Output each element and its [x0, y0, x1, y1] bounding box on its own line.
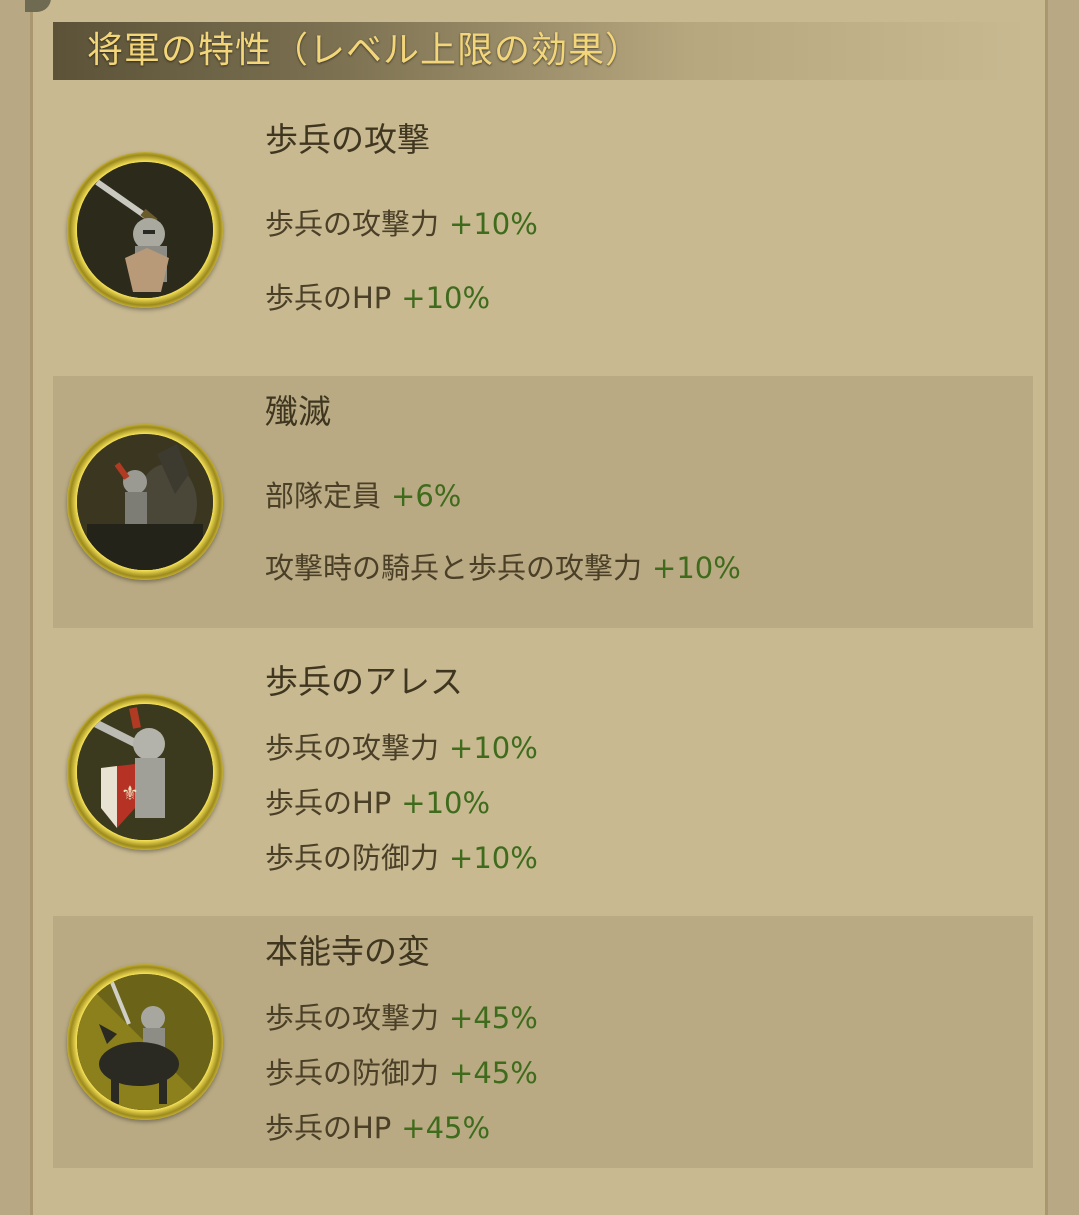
trait-effect: 歩兵の防御力 +10%: [265, 840, 538, 876]
effect-value: +45%: [449, 1001, 538, 1035]
trait-name: 本能寺の変: [265, 932, 430, 971]
trait-portrait: ⚜: [67, 694, 223, 850]
effect-value: +45%: [401, 1111, 491, 1145]
trait-effect: 部隊定員 +6%: [265, 478, 461, 514]
trait-effect: 攻撃時の騎兵と歩兵の攻撃力 +10%: [265, 550, 741, 586]
section-title: 将軍の特性（レベル上限の効果）: [87, 30, 643, 71]
effect-label: 歩兵の防御力: [265, 841, 440, 875]
effect-value: +6%: [391, 479, 462, 513]
panel-corner-decoration: [25, 0, 51, 12]
effect-label: 歩兵の攻撃力: [265, 207, 440, 241]
cavalry-charge-icon: [77, 434, 213, 570]
trait-name: 歩兵の攻撃: [265, 120, 430, 159]
trait-name: 歩兵のアレス: [265, 662, 463, 701]
effect-label: 歩兵の攻撃力: [265, 1001, 440, 1035]
effect-label: 歩兵のHP: [265, 281, 392, 315]
general-traits-panel: 将軍の特性（レベル上限の効果） 歩兵の攻撃 歩兵の攻撃力 +10% 歩兵のHP +1: [25, 0, 1048, 1215]
trait-effect: 歩兵のHP +10%: [265, 280, 490, 316]
trait-portrait: [67, 424, 223, 580]
trait-effect: 歩兵のHP +45%: [265, 1110, 490, 1146]
effect-label: 歩兵のHP: [265, 1111, 392, 1145]
effect-value: +10%: [449, 207, 538, 241]
effect-label: 部隊定員: [265, 479, 382, 513]
effect-value: +10%: [449, 731, 538, 765]
mounted-knight-icon: [77, 974, 213, 1110]
effect-value: +10%: [652, 551, 741, 585]
knight-shield-icon: ⚜: [77, 704, 213, 840]
trait-portrait: [67, 964, 223, 1120]
section-header: 将軍の特性（レベル上限の効果）: [53, 22, 1028, 80]
trait-row: ⚜ 歩兵のアレス 歩兵の攻撃力 +10% 歩兵のHP +10% 歩兵の防御力 +10%: [53, 646, 1033, 904]
effect-value: +10%: [401, 281, 491, 315]
trait-row: 歩兵の攻撃 歩兵の攻撃力 +10% 歩兵のHP +10%: [53, 96, 1033, 358]
effect-value: +45%: [449, 1056, 538, 1090]
trait-effect: 歩兵の攻撃力 +45%: [265, 1000, 538, 1036]
trait-effect: 歩兵のHP +10%: [265, 785, 490, 821]
trait-row: 本能寺の変 歩兵の攻撃力 +45% 歩兵の防御力 +45% 歩兵のHP +45%: [53, 916, 1033, 1168]
trait-effect: 歩兵の攻撃力 +10%: [265, 730, 538, 766]
effect-label: 歩兵の攻撃力: [265, 731, 440, 765]
effect-value: +10%: [449, 841, 538, 875]
trait-effect: 歩兵の攻撃力 +10%: [265, 206, 538, 242]
effect-label: 歩兵のHP: [265, 786, 392, 820]
effect-label: 歩兵の防御力: [265, 1056, 440, 1090]
infantry-knight-sword-icon: [77, 162, 213, 298]
svg-text:⚜: ⚜: [121, 781, 139, 805]
trait-effect: 歩兵の防御力 +45%: [265, 1055, 538, 1091]
trait-name: 殲滅: [265, 392, 331, 431]
trait-row: 殲滅 部隊定員 +6% 攻撃時の騎兵と歩兵の攻撃力 +10%: [53, 376, 1033, 628]
trait-portrait: [67, 152, 223, 308]
effect-value: +10%: [401, 786, 491, 820]
effect-label: 攻撃時の騎兵と歩兵の攻撃力: [265, 551, 643, 585]
